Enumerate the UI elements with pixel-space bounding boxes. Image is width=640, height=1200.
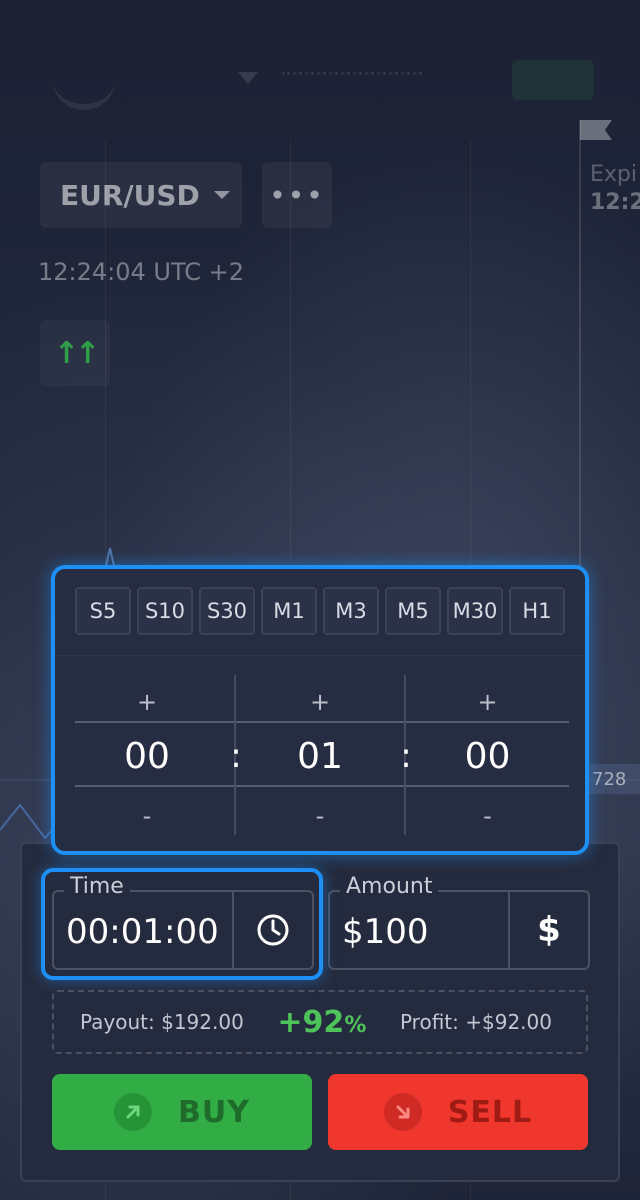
expiry-line [579,120,581,580]
more-options-button[interactable]: ••• [262,162,332,228]
duration-presets: S5 S10 S30 M1 M3 M5 M30 H1 [75,587,565,635]
hours-spinner: + 00 - [75,675,219,835]
duration-picker: S5 S10 S30 M1 M3 M5 M30 H1 + 00 - : + 01… [51,565,589,855]
hours-decrement-button[interactable]: - [75,793,219,839]
hours-value: 00 [124,735,170,777]
expiry-label: Expi [590,162,637,187]
payout-amount: Payout: $192.00 [80,1010,244,1034]
seconds-decrement-button[interactable]: - [406,793,569,839]
duration-spinners: + 00 - : + 01 - : + 00 - [75,675,569,835]
preset-s30[interactable]: S30 [199,587,255,635]
arrow-down-right-icon [383,1093,422,1131]
preset-m5[interactable]: M5 [385,587,441,635]
currency-button[interactable]: $ [508,892,588,968]
buy-button[interactable]: BUY [52,1074,312,1150]
server-time: 12:24:04 UTC +2 [38,258,245,286]
preset-h1[interactable]: H1 [509,587,565,635]
asset-selector-button[interactable]: EUR/USD [40,162,242,228]
dollar-icon: $ [537,910,561,950]
seconds-value: 00 [464,735,511,777]
deposit-button[interactable] [512,60,594,100]
sell-label: SELL [447,1094,533,1130]
amount-field[interactable]: Amount $100 $ [328,874,590,970]
asset-label: EUR/USD [60,178,200,212]
preset-m3[interactable]: M3 [323,587,379,635]
payout-percent-unit: % [344,1012,367,1038]
profit-amount: Profit: +$92.00 [399,1010,552,1034]
arrow-up-right-icon [114,1093,153,1131]
payout-percent-value: +92 [277,1004,345,1040]
hours-increment-button[interactable]: + [75,679,219,725]
double-arrow-up-icon: ↑↑ [53,335,100,371]
expiry-time: 12:2 [590,190,640,215]
amount-field-label: Amount [340,874,439,899]
preset-m30[interactable]: M30 [447,587,503,635]
minutes-increment-button[interactable]: + [236,679,404,725]
chevron-down-icon [213,191,230,199]
preset-m1[interactable]: M1 [261,587,317,635]
preset-s10[interactable]: S10 [137,587,193,635]
payout-percent: +92% [277,1005,366,1040]
minutes-spinner: + 01 - [236,675,404,835]
minutes-value: 01 [297,735,343,777]
picker-divider [55,655,585,656]
payout-summary: Payout: $192.00 +92% Profit: +$92.00 [52,990,588,1054]
time-field-focus-ring [41,868,323,980]
seconds-increment-button[interactable]: + [406,679,569,725]
trend-button[interactable]: ↑↑ [40,320,110,386]
seconds-spinner: + 00 - [406,675,569,835]
sell-button[interactable]: SELL [328,1074,588,1150]
amount-field-value[interactable]: $100 [342,912,429,952]
current-price-tag: 728 [586,764,640,794]
account-dropdown-icon[interactable] [238,72,258,84]
buy-label: BUY [178,1094,250,1130]
account-balance [282,58,422,75]
minutes-decrement-button[interactable]: - [236,793,404,839]
preset-s5[interactable]: S5 [75,587,131,635]
